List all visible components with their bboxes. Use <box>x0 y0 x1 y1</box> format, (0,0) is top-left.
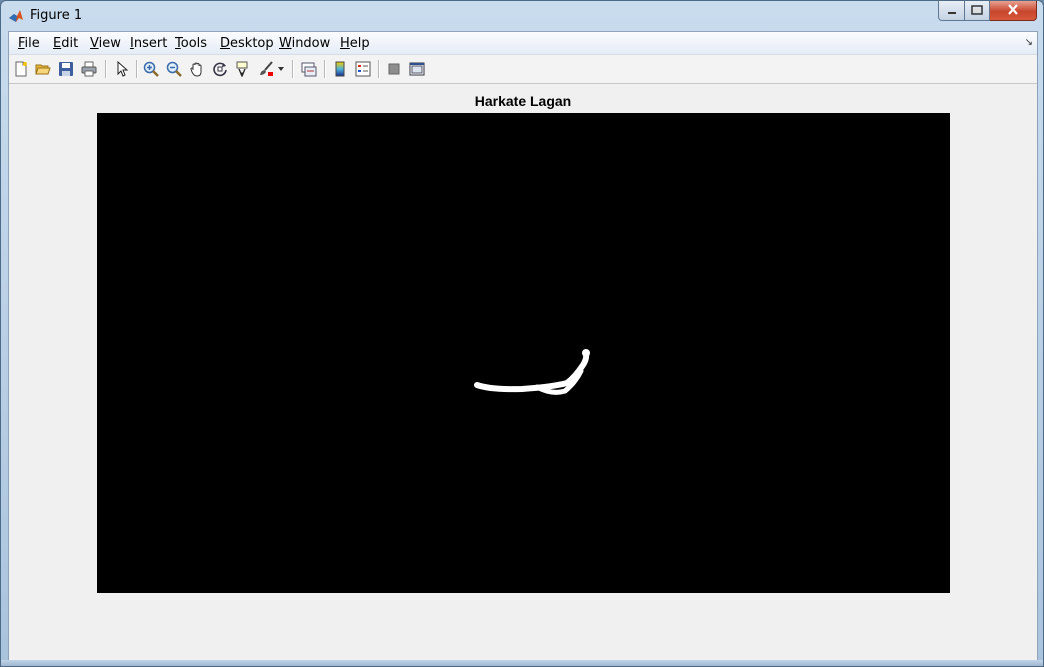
new-figure-icon[interactable] <box>12 60 30 78</box>
rotate-3d-icon[interactable] <box>211 60 229 78</box>
window-bottom-border <box>1 660 1043 666</box>
menu-window[interactable]: Window <box>279 36 330 51</box>
menu-help[interactable]: Help <box>340 36 370 51</box>
toolbar-separator <box>136 60 138 78</box>
close-button[interactable] <box>990 1 1037 21</box>
brush-icon[interactable] <box>257 60 275 78</box>
menu-edit-label: Edit <box>53 36 79 51</box>
menu-tools[interactable]: Tools <box>175 36 207 51</box>
motion-image <box>474 349 590 395</box>
link-plot-icon[interactable] <box>300 60 318 78</box>
menu-insert[interactable]: Insert <box>130 36 167 51</box>
menu-tools-label: Tools <box>175 36 208 51</box>
plot-title: Harkate Lagan <box>474 93 572 109</box>
minimize-icon <box>947 2 957 20</box>
hide-plot-tools-icon[interactable] <box>385 60 403 78</box>
insert-colorbar-icon[interactable] <box>331 60 349 78</box>
toolbar-separator <box>292 60 294 78</box>
menu-help-label: Help <box>340 36 370 51</box>
close-icon <box>1007 2 1019 20</box>
maximize-icon <box>971 2 983 20</box>
insert-legend-icon[interactable] <box>354 60 372 78</box>
data-cursor-icon[interactable] <box>234 60 252 78</box>
motion-trace-tip <box>582 349 590 357</box>
menu-file-label: File <box>18 36 40 51</box>
menu-desktop[interactable]: Desktop <box>220 36 274 51</box>
figure-window: Figure 1 File Edit View Insert Tools Des… <box>0 0 1044 667</box>
figure-toolbar <box>9 55 1037 84</box>
menu-desktop-label: Desktop <box>220 36 274 51</box>
save-icon[interactable] <box>57 60 75 78</box>
open-file-icon[interactable] <box>34 60 52 78</box>
menu-edit[interactable]: Edit <box>53 36 78 51</box>
menu-insert-label: Insert <box>130 36 168 51</box>
zoom-in-icon[interactable] <box>142 60 160 78</box>
toolbar-separator <box>324 60 326 78</box>
window-title: Figure 1 <box>30 8 83 23</box>
menu-view-label: View <box>90 36 121 51</box>
menu-window-label: Window <box>279 36 331 51</box>
menu-view[interactable]: View <box>90 36 121 51</box>
maximize-button[interactable] <box>965 1 990 21</box>
menu-file[interactable]: File <box>18 36 40 51</box>
menu-bar: File Edit View Insert Tools Desktop Wind… <box>9 32 1037 55</box>
zoom-out-icon[interactable] <box>165 60 183 78</box>
show-plot-tools-icon[interactable] <box>408 60 426 78</box>
title-bar[interactable]: Figure 1 <box>1 1 1043 31</box>
matlab-logo-icon <box>8 8 24 24</box>
print-icon[interactable] <box>80 60 98 78</box>
minimize-button[interactable] <box>938 1 965 21</box>
brush-dropdown-icon[interactable] <box>277 60 285 78</box>
toolbar-separator <box>105 60 107 78</box>
pan-icon[interactable] <box>188 60 206 78</box>
image-axes[interactable] <box>97 113 950 593</box>
figure-client-area: File Edit View Insert Tools Desktop Wind… <box>8 31 1038 663</box>
toolbar-separator <box>378 60 380 78</box>
menu-dock-arrow-icon[interactable]: ↘ <box>1025 37 1033 48</box>
edit-plot-icon[interactable] <box>113 60 131 78</box>
